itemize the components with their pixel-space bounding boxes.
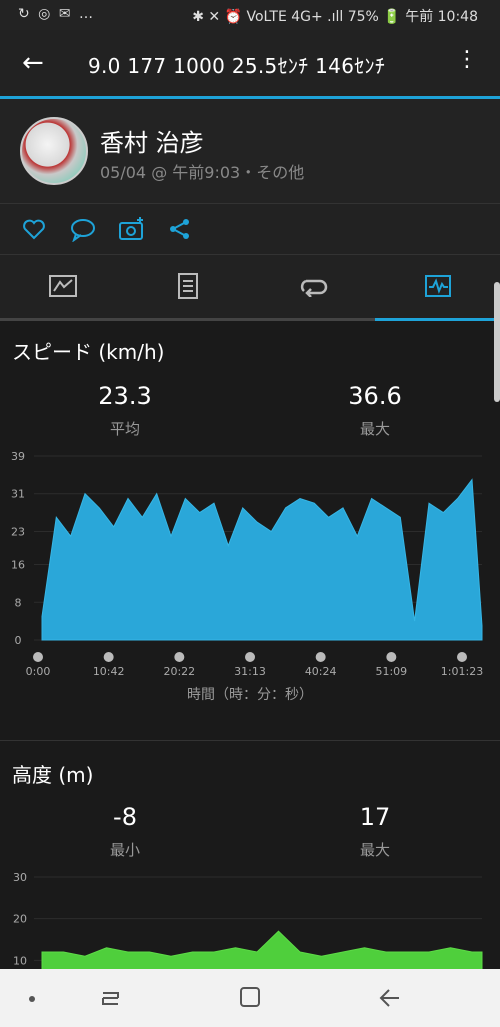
altitude-y-tick-label: 10 — [13, 954, 27, 967]
speed-y-tick-label: 31 — [11, 488, 25, 501]
speed-x-tick-label: 20:22 — [163, 665, 195, 678]
altitude-chart[interactable]: 10 20 30 — [0, 867, 500, 969]
speed-x-tick-dot — [315, 652, 326, 662]
altitude-min-label: 最小 — [109, 841, 140, 859]
speed-x-tick-label: 51:09 — [375, 665, 407, 678]
tab-charts[interactable] — [375, 255, 500, 318]
tab-details[interactable] — [125, 255, 250, 318]
speed-series-area — [41, 478, 483, 641]
status-bar: ↻ ◎ ✉ … ✱ ✕ ⏰ VoLTE 4G+ .ıll 75% 🔋 午前 10… — [0, 0, 500, 30]
speed-x-tick-dot — [174, 652, 185, 662]
speed-avg-label: 平均 — [109, 420, 140, 438]
speed-avg-value: 23.3 — [98, 382, 152, 410]
tab-laps[interactable] — [250, 255, 375, 318]
more-vert-icon[interactable]: ⋮ — [456, 47, 478, 72]
laps-icon — [300, 279, 327, 298]
dot-icon[interactable] — [26, 993, 38, 1005]
user-name[interactable]: 香村 治彦 — [100, 123, 204, 158]
speed-x-tick-label: 0:00 — [26, 665, 51, 678]
charts-icon — [424, 275, 451, 297]
speed-x-tick-label: 31:13 — [234, 665, 266, 678]
avatar[interactable] — [20, 117, 88, 185]
speed-x-tick-dot — [245, 652, 255, 662]
speed-y-tick-label: 0 — [15, 634, 22, 647]
altitude-max-value: 17 — [359, 803, 391, 831]
altitude-y-tick-label: 30 — [13, 871, 27, 884]
add-photo-icon[interactable] — [118, 216, 146, 242]
summary-icon — [48, 275, 77, 297]
status-bar-right: ✱ ✕ ⏰ VoLTE 4G+ .ıll 75% 🔋 午前 10:48 — [192, 9, 478, 25]
speed-max-label: 最大 — [359, 420, 390, 438]
tab-active-indicator — [375, 318, 500, 321]
speed-y-tick-label: 23 — [11, 525, 25, 538]
altitude-series-area — [41, 930, 483, 969]
status-bar-left: ↻ ◎ ✉ … — [18, 6, 96, 22]
app-bar: ← 9.0 177 1000 25.5ｾﾝﾁ 146ｾﾝﾁ ⋮ — [0, 30, 500, 96]
system-nav-bar — [0, 969, 500, 1027]
speed-x-axis-label: 時間（時：分：秒） — [187, 687, 313, 703]
speed-y-tick-label: 16 — [11, 559, 25, 572]
activity-meta: 05/04 @ 午前9:03・その他 — [100, 163, 305, 182]
tab-bar — [0, 255, 500, 321]
altitude-y-tick-label: 20 — [13, 913, 27, 926]
speed-x-tick-label: 1:01:23 — [441, 665, 483, 678]
altitude-max-label: 最大 — [359, 841, 390, 859]
speed-x-tick-dot — [103, 652, 114, 662]
comment-icon[interactable] — [70, 218, 96, 242]
arrow-left-icon[interactable]: ← — [22, 48, 44, 78]
recent-apps-icon[interactable] — [98, 985, 124, 1011]
speed-section: スピード (km/h) 23.3 平均 36.6 最大 0 8 16 23 31 39 0:… — [0, 322, 500, 740]
speed-y-tick-label: 39 — [11, 450, 25, 463]
action-row — [0, 204, 500, 255]
speed-x-tick-label: 40:24 — [305, 665, 337, 678]
altitude-min-value: -8 — [113, 803, 137, 831]
speed-x-tick-dot — [457, 652, 467, 662]
heart-icon[interactable] — [22, 218, 46, 240]
details-icon — [177, 273, 198, 299]
speed-y-tick-label: 8 — [15, 596, 22, 609]
altitude-title: 高度 (m) — [12, 763, 94, 787]
speed-x-tick-dot — [33, 652, 43, 662]
speed-title: スピード (km/h) — [12, 340, 165, 364]
back-nav-icon[interactable] — [378, 985, 404, 1011]
speed-max-value: 36.6 — [348, 382, 402, 410]
share-icon[interactable] — [169, 218, 191, 240]
speed-x-tick-label: 10:42 — [93, 665, 125, 678]
activity-header: 香村 治彦 05/04 @ 午前9:03・その他 — [0, 99, 500, 204]
home-icon[interactable] — [238, 985, 264, 1011]
speed-x-tick-dot — [386, 652, 397, 662]
speed-chart[interactable]: 0 8 16 23 31 39 0:00 10:42 20:22 31:13 40:24 51:09 1… — [0, 446, 500, 706]
altitude-section: 高度 (m) -8 最小 17 最大 10 20 30 — [0, 741, 500, 969]
app-bar-title: 9.0 177 1000 25.5ｾﾝﾁ 146ｾﾝﾁ — [88, 54, 386, 78]
tab-summary[interactable] — [0, 255, 125, 318]
